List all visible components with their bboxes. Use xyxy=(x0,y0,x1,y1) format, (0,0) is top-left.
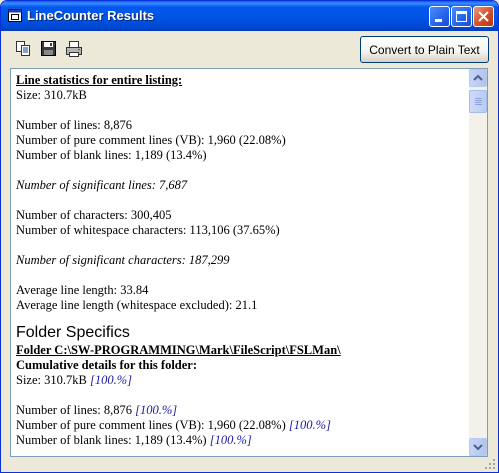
folder-size-row: Size: 310.7kB [100.%] xyxy=(16,373,469,388)
copy-icon xyxy=(16,41,30,56)
stats-header: Line statistics for entire listing: xyxy=(16,73,183,87)
window-title: LineCounter Results xyxy=(27,8,155,23)
toolbar: Convert to Plain Text xyxy=(4,31,495,69)
scroll-thumb[interactable] xyxy=(469,90,487,113)
folder-lines: Number of lines: 8,876 xyxy=(16,403,132,417)
save-icon xyxy=(41,41,56,56)
maximize-icon xyxy=(456,11,467,22)
stat-characters: Number of characters: 300,405 xyxy=(16,208,172,222)
chevron-up-icon xyxy=(473,74,483,81)
close-icon xyxy=(478,11,489,22)
resize-grip-icon[interactable] xyxy=(484,458,496,470)
title-bar[interactable]: LineCounter Results xyxy=(1,1,498,31)
folder-lines-percent: [100.%] xyxy=(135,403,178,417)
folder-size-percent: [100.%] xyxy=(89,373,132,387)
minimize-icon xyxy=(435,19,442,22)
folder-specifics-heading: Folder Specifics xyxy=(16,324,130,341)
stat-average-line-length: Average line length: 33.84 xyxy=(16,283,149,297)
window-app-icon xyxy=(8,9,22,22)
results-panel: Line statistics for entire listing: Size… xyxy=(10,68,488,457)
folder-comment-lines-percent: [100.%] xyxy=(288,418,331,432)
stat-significant-characters: Number of significant characters: 187,29… xyxy=(16,253,230,267)
save-button[interactable] xyxy=(37,37,60,60)
vertical-scrollbar[interactable] xyxy=(469,69,487,456)
folder-blank-lines: Number of blank lines: 1,189 (13.4%) xyxy=(16,433,207,447)
close-button[interactable] xyxy=(473,6,494,27)
stat-whitespace-characters: Number of whitespace characters: 113,106… xyxy=(16,223,280,237)
copy-button[interactable] xyxy=(12,37,35,60)
folder-path: Folder C:\SW-PROGRAMMING\Mark\FileScript… xyxy=(16,343,341,357)
print-icon xyxy=(66,41,82,57)
stat-average-line-length-no-whitespace: Average line length (whitespace excluded… xyxy=(16,298,258,312)
stat-blank-lines: Number of blank lines: 1,189 (13.4%) xyxy=(16,148,207,162)
scroll-down-button[interactable] xyxy=(469,438,487,456)
print-button[interactable] xyxy=(62,37,85,60)
scroll-up-button[interactable] xyxy=(469,69,487,87)
convert-to-plain-text-button[interactable]: Convert to Plain Text xyxy=(360,36,489,63)
folder-cumulative-label: Cumulative details for this folder: xyxy=(16,358,198,372)
folder-comment-lines-row: Number of pure comment lines (VB): 1,960… xyxy=(16,418,469,433)
stat-size: Size: 310.7kB xyxy=(16,88,87,102)
chevron-down-icon xyxy=(473,444,483,451)
folder-blank-lines-percent: [100.%] xyxy=(209,433,252,447)
folder-comment-lines: Number of pure comment lines (VB): 1,960… xyxy=(16,418,286,432)
stat-significant-lines: Number of significant lines: 7,687 xyxy=(16,178,188,192)
folder-size: Size: 310.7kB xyxy=(16,373,87,387)
stat-lines: Number of lines: 8,876 xyxy=(16,118,132,132)
linecounter-window: LineCounter Results Convert to Plain Tex… xyxy=(0,0,499,473)
folder-blank-lines-row: Number of blank lines: 1,189 (13.4%) [10… xyxy=(16,433,469,448)
minimize-button[interactable] xyxy=(429,6,450,27)
results-content[interactable]: Line statistics for entire listing: Size… xyxy=(11,69,469,456)
stat-comment-lines: Number of pure comment lines (VB): 1,960… xyxy=(16,133,286,147)
maximize-button[interactable] xyxy=(451,6,472,27)
folder-lines-row: Number of lines: 8,876 [100.%] xyxy=(16,403,469,418)
